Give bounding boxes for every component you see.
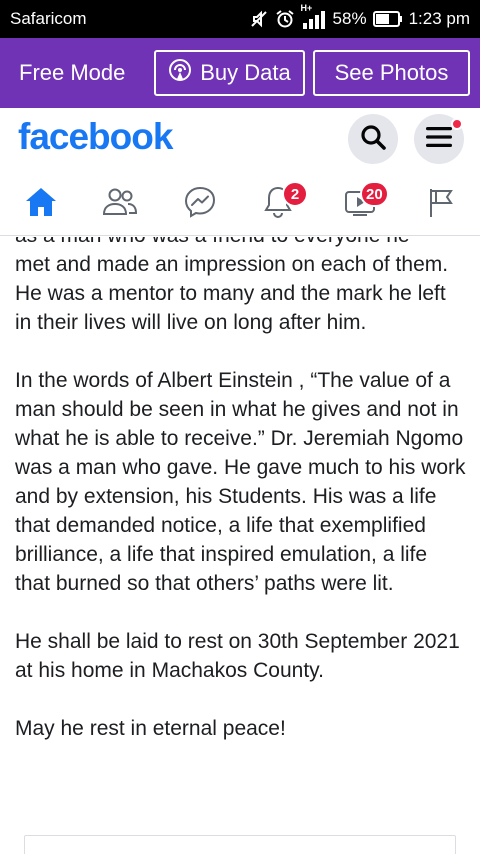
tab-notifications[interactable]: 2 — [256, 181, 308, 226]
menu-notification-dot — [451, 118, 463, 130]
free-mode-label: Free Mode — [19, 60, 126, 85]
broadcast-icon — [168, 58, 192, 88]
menu-button[interactable] — [414, 114, 464, 164]
post-body: as a man who was a friend to everyone he… — [15, 237, 467, 772]
carrier-name: Safaricom — [10, 9, 87, 28]
post-paragraph: met and made an impression on each of th… — [15, 253, 449, 334]
battery-icon — [372, 10, 403, 28]
free-mode-bar: Free Mode Buy Data See Photos — [0, 38, 480, 108]
tab-messenger[interactable] — [178, 182, 222, 226]
facebook-header: facebook — [0, 108, 480, 172]
messenger-icon — [183, 185, 217, 224]
battery-percent: 58% — [332, 9, 367, 28]
network-type-label: H+ — [300, 3, 313, 13]
clock-time: 1:23 pm — [408, 9, 470, 28]
mute-icon — [249, 9, 269, 29]
flag-icon — [426, 186, 456, 223]
post-content: as a man who was a friend to everyone he… — [0, 237, 480, 854]
post-partial-line: as a man who was a friend to everyone he — [15, 237, 467, 250]
main-nav: 2 20 — [0, 172, 480, 236]
search-button[interactable] — [348, 114, 398, 164]
hamburger-icon — [425, 125, 453, 154]
see-photos-button[interactable]: See Photos — [313, 50, 470, 96]
post-paragraph: May he rest in eternal peace! — [15, 717, 286, 740]
notifications-badge: 2 — [282, 181, 308, 207]
tab-friends[interactable] — [98, 182, 142, 226]
tab-pages[interactable] — [419, 182, 463, 226]
home-icon — [24, 186, 58, 223]
post-paragraph: He shall be laid to rest on 30th Septemb… — [15, 630, 460, 682]
status-icons: H+ 58% 1:23 pm — [249, 3, 470, 32]
signal-icon: H+ — [301, 3, 327, 29]
tab-home[interactable] — [19, 182, 63, 226]
facebook-logo[interactable]: facebook — [18, 116, 173, 158]
friends-icon — [102, 187, 138, 222]
see-photos-label: See Photos — [334, 60, 449, 85]
watch-badge: 20 — [360, 181, 389, 207]
tab-watch[interactable]: 20 — [338, 181, 389, 226]
attached-card[interactable] — [24, 835, 456, 854]
status-bar: Safaricom H+ 58% 1:23 pm — [0, 0, 480, 38]
post-paragraph: In the words of Albert Einstein , “The v… — [15, 369, 466, 595]
alarm-icon — [275, 9, 295, 29]
search-icon — [359, 123, 387, 156]
buy-data-label: Buy Data — [200, 60, 291, 85]
buy-data-button[interactable]: Buy Data — [154, 50, 305, 96]
